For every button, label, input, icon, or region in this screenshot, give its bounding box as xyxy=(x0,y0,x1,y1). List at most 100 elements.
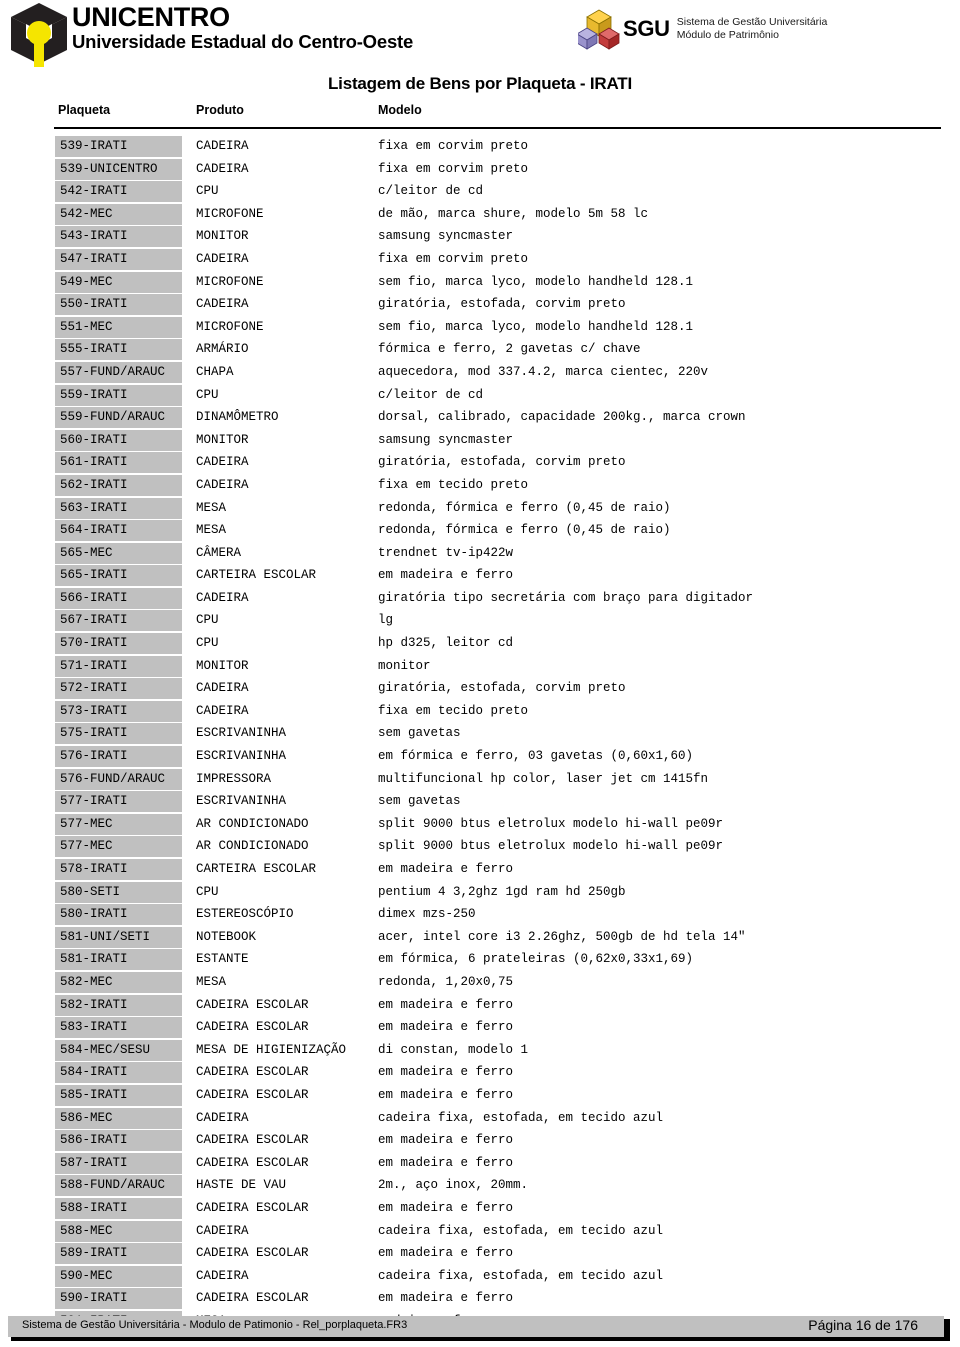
cell-modelo: redonda, fórmica e ferro (0,45 de raio) xyxy=(378,500,671,515)
cell-plaqueta: 559-FUND/ARAUC xyxy=(55,407,182,429)
cell-produto: CÂMERA xyxy=(196,545,242,560)
cell-modelo: fixa em tecido preto xyxy=(378,477,529,492)
cell-modelo: giratória tipo secretária com braço para… xyxy=(378,590,754,605)
cell-plaqueta: 578-IRATI xyxy=(55,859,182,880)
cell-produto: ESCRIVANINHA xyxy=(196,726,287,741)
cell-plaqueta: 588-FUND/ARAUC xyxy=(55,1175,182,1197)
cell-produto: MICROFONE xyxy=(196,206,264,221)
table-row: 582-MEC MESA redonda, 1,20x0,75 xyxy=(0,971,960,995)
table-row: 562-IRATI CADEIRA fixa em tecido preto xyxy=(0,474,960,498)
cell-plaqueta: 583-IRATI xyxy=(55,1017,182,1039)
table-row: 573-IRATI CADEIRA fixa em tecido preto xyxy=(0,700,960,724)
table-row: 580-IRATI ESTEREOSCÓPIO dimex mzs-250 xyxy=(0,904,960,927)
cell-modelo: dimex mzs-250 xyxy=(378,907,476,922)
cell-produto: ARMÁRIO xyxy=(196,342,249,357)
cell-produto: CADEIRA ESCOLAR xyxy=(196,997,309,1012)
cell-modelo: cadeira fixa, estofada, em tecido azul xyxy=(378,1110,664,1125)
cell-produto: AR CONDICIONADO xyxy=(196,839,309,854)
cell-modelo: fixa em corvim preto xyxy=(378,139,529,153)
cell-produto: ESTANTE xyxy=(196,952,249,967)
cell-plaqueta: 561-IRATI xyxy=(55,452,182,474)
unicentro-logo-block: UNICENTRO Universidade Estadual do Centr… xyxy=(8,2,413,68)
cell-plaqueta: 565-MEC xyxy=(55,542,182,564)
asset-table: 539-IRATI CADEIRA fixa em corvim preto 539-… xyxy=(0,136,960,1333)
footer-page-number: Página 16 de 176 xyxy=(808,1317,918,1333)
cell-modelo: cadeira fixa, estofada, em tecido azul xyxy=(378,1268,664,1283)
cell-modelo: em madeira e ferro xyxy=(378,1246,514,1261)
table-row: 563-IRATI MESA redonda, fórmica e ferro (0… xyxy=(0,497,960,521)
cell-produto: CADEIRA ESCOLAR xyxy=(196,1291,309,1306)
cell-produto: CADEIRA ESCOLAR xyxy=(196,1087,309,1102)
cell-produto: MONITOR xyxy=(196,658,249,673)
cell-produto: CPU xyxy=(196,184,219,199)
sgu-module-name: Módulo de Patrimônio xyxy=(676,29,779,41)
cell-produto: MESA xyxy=(196,523,227,538)
cell-produto: CADEIRA xyxy=(196,139,249,153)
cell-produto: IMPRESSORA xyxy=(196,771,272,786)
cell-produto: AR CONDICIONADO xyxy=(196,816,309,831)
cell-modelo: sem gavetas xyxy=(378,794,461,809)
table-row: 584-IRATI CADEIRA ESCOLAR em madeira e fer… xyxy=(0,1062,960,1085)
table-row: 586-IRATI CADEIRA ESCOLAR em madeira e fer… xyxy=(0,1130,960,1153)
cell-modelo: em madeira e ferro xyxy=(378,1291,514,1306)
cell-produto: NOTEBOOK xyxy=(196,929,257,944)
table-row: 590-IRATI CADEIRA ESCOLAR em madeira e fer… xyxy=(0,1288,960,1311)
table-row: 549-MEC MICROFONE sem fio, marca lyco, mod… xyxy=(0,271,960,295)
footer-system-info: Sistema de Gestão Universitária - Modulo… xyxy=(22,1319,408,1331)
cell-produto: CADEIRA xyxy=(196,1110,249,1125)
cell-plaqueta: 582-IRATI xyxy=(55,994,182,1016)
cell-produto: ESCRIVANINHA xyxy=(196,794,287,809)
table-row: 561-IRATI CADEIRA giratória, estofada, cor… xyxy=(0,452,960,475)
cell-produto: CADEIRA xyxy=(196,161,249,176)
table-row: 578-IRATI CARTEIRA ESCOLAR em madeira e fe… xyxy=(0,859,960,882)
cell-modelo: em madeira e ferro xyxy=(378,862,514,876)
table-row: 565-MEC CÂMERA trendnet tv-ip422w xyxy=(0,542,960,566)
cell-produto: CPU xyxy=(196,884,219,899)
cell-modelo: em madeira e ferro xyxy=(378,1065,514,1080)
table-row: 583-IRATI CADEIRA ESCOLAR em madeira e fer… xyxy=(0,1017,960,1040)
cell-produto: HASTE DE VAU xyxy=(196,1178,287,1193)
sgu-system-name: Sistema de Gestão Universitária xyxy=(676,16,828,28)
cell-modelo: em madeira e ferro xyxy=(378,568,514,583)
cell-modelo: fixa em corvim preto xyxy=(378,251,529,266)
cell-plaqueta: 539-UNICENTRO xyxy=(55,158,182,180)
table-row: 588-MEC CADEIRA cadeira fixa, estofada, em… xyxy=(0,1220,960,1244)
cell-modelo: multifuncional hp color, laser jet cm 14… xyxy=(378,771,709,786)
cell-plaqueta: 563-IRATI xyxy=(55,497,182,519)
university-name: UNICENTRO xyxy=(72,2,230,32)
table-row: 577-IRATI ESCRIVANINHA sem gavetas xyxy=(0,791,960,814)
table-row: 570-IRATI CPU hp d325, leitor cd xyxy=(0,633,960,656)
column-header-plaqueta: Plaqueta xyxy=(58,103,111,117)
sgu-logo-block: SGU Sistema de Gestão Universitária Módu… xyxy=(578,8,827,50)
cell-plaqueta: 573-IRATI xyxy=(55,700,182,722)
cell-plaqueta: 542-MEC xyxy=(55,203,182,225)
cell-produto: CADEIRA xyxy=(196,455,249,470)
table-row: 586-MEC CADEIRA cadeira fixa, estofada, em… xyxy=(0,1107,960,1131)
table-row: 566-IRATI CADEIRA giratória tipo secretári… xyxy=(0,587,960,611)
cell-modelo: acer, intel core i3 2.26ghz, 500gb de hd… xyxy=(378,929,746,944)
cell-plaqueta: 557-FUND/ARAUC xyxy=(55,361,182,383)
cell-modelo: di constan, modelo 1 xyxy=(378,1042,529,1057)
cell-produto: MONITOR xyxy=(196,229,249,244)
table-row: 577-MEC AR CONDICIONADO split 9000 btus el… xyxy=(0,836,960,859)
table-row: 584-MEC/SESU MESA DE HIGIENIZAÇÃO di const… xyxy=(0,1039,960,1063)
cell-plaqueta: 543-IRATI xyxy=(55,226,182,248)
table-row: 580-SETI CPU pentium 4 3,2ghz 1gd ram hd 2… xyxy=(0,881,960,905)
cell-plaqueta: 580-IRATI xyxy=(55,904,182,926)
cell-modelo: dorsal, calibrado, capacidade 200kg., ma… xyxy=(378,410,746,425)
cell-plaqueta: 549-MEC xyxy=(55,271,182,293)
cell-modelo: cadeira fixa, estofada, em tecido azul xyxy=(378,1223,664,1238)
cell-plaqueta: 565-IRATI xyxy=(55,565,182,587)
table-row: 555-IRATI ARMÁRIO fórmica e ferro, 2 gavet… xyxy=(0,339,960,362)
cell-modelo: em madeira e ferro xyxy=(378,1020,514,1035)
cell-plaqueta: 550-IRATI xyxy=(55,294,182,316)
table-row: 588-FUND/ARAUC HASTE DE VAU 2m., aço inox,… xyxy=(0,1175,960,1198)
table-row: 542-IRATI CPU c/leitor de cd xyxy=(0,181,960,204)
table-row: 539-IRATI CADEIRA fixa em corvim preto xyxy=(0,136,960,159)
cell-modelo: redonda, fórmica e ferro (0,45 de raio) xyxy=(378,523,671,538)
table-row: 547-IRATI CADEIRA fixa em corvim preto xyxy=(0,248,960,272)
cell-produto: CADEIRA xyxy=(196,590,249,605)
cell-modelo: fixa em corvim preto xyxy=(378,161,529,176)
cell-plaqueta: 586-MEC xyxy=(55,1107,182,1129)
table-row: 571-IRATI MONITOR monitor xyxy=(0,655,960,679)
